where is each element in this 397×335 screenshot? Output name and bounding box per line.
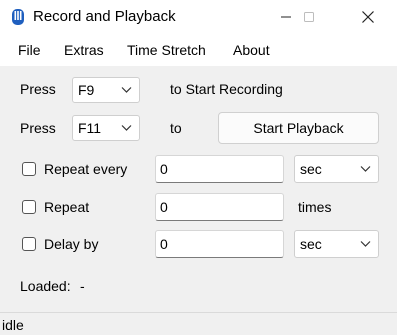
playback-key-value: F11 [78, 120, 102, 136]
chevron-down-icon [121, 87, 132, 93]
chevron-down-icon [360, 166, 371, 172]
record-press-label: Press [20, 81, 56, 97]
repeat-value: 0 [160, 199, 168, 215]
delay-by-input[interactable]: 0 [155, 230, 284, 258]
playback-key-select[interactable]: F11 [72, 115, 140, 141]
close-button[interactable] [346, 0, 390, 34]
maximize-icon [304, 12, 314, 22]
repeat-every-unit-select[interactable]: sec [294, 155, 379, 183]
record-key-select[interactable]: F9 [72, 77, 140, 103]
chevron-down-icon [360, 241, 371, 247]
menu-about[interactable]: About [233, 42, 270, 59]
playback-to-label: to [170, 120, 182, 136]
status-text: idle [2, 317, 24, 333]
menu-file[interactable]: File [18, 42, 41, 59]
close-icon [362, 11, 374, 23]
menu-extras[interactable]: Extras [64, 42, 104, 59]
repeat-unit-label: times [298, 199, 332, 215]
delay-by-label: Delay by [44, 236, 99, 252]
loaded-label: Loaded: [20, 278, 71, 294]
window-title: Record and Playback [33, 8, 176, 25]
app-icon [12, 9, 24, 25]
delay-by-checkbox[interactable] [22, 237, 36, 251]
loaded-value: - [80, 278, 85, 294]
title-bar[interactable]: Record and Playback [0, 0, 397, 34]
status-bar: idle [0, 312, 397, 335]
delay-by-unit-value: sec [300, 236, 322, 252]
record-suffix-label: to Start Recording [170, 81, 283, 97]
menu-time-stretch[interactable]: Time Stretch [127, 42, 206, 59]
repeat-label: Repeat [44, 199, 90, 215]
record-key-value: F9 [78, 82, 95, 98]
repeat-every-label: Repeat every [44, 161, 128, 177]
main-window: Record and Playback File Extras Time Str… [0, 0, 397, 335]
delay-by-unit-select[interactable]: sec [294, 230, 379, 258]
playback-press-label: Press [20, 120, 56, 136]
repeat-input[interactable]: 0 [155, 193, 284, 221]
menu-bar: File Extras Time Stretch About [0, 34, 397, 66]
repeat-checkbox[interactable] [22, 200, 36, 214]
repeat-every-checkbox[interactable] [22, 162, 36, 176]
repeat-every-unit-value: sec [300, 161, 322, 177]
delay-by-value: 0 [160, 236, 168, 252]
chevron-down-icon [121, 125, 132, 131]
repeat-every-input[interactable]: 0 [155, 155, 284, 183]
start-playback-button[interactable]: Start Playback [218, 112, 379, 144]
repeat-every-value: 0 [160, 161, 168, 177]
maximize-button[interactable] [287, 0, 331, 34]
